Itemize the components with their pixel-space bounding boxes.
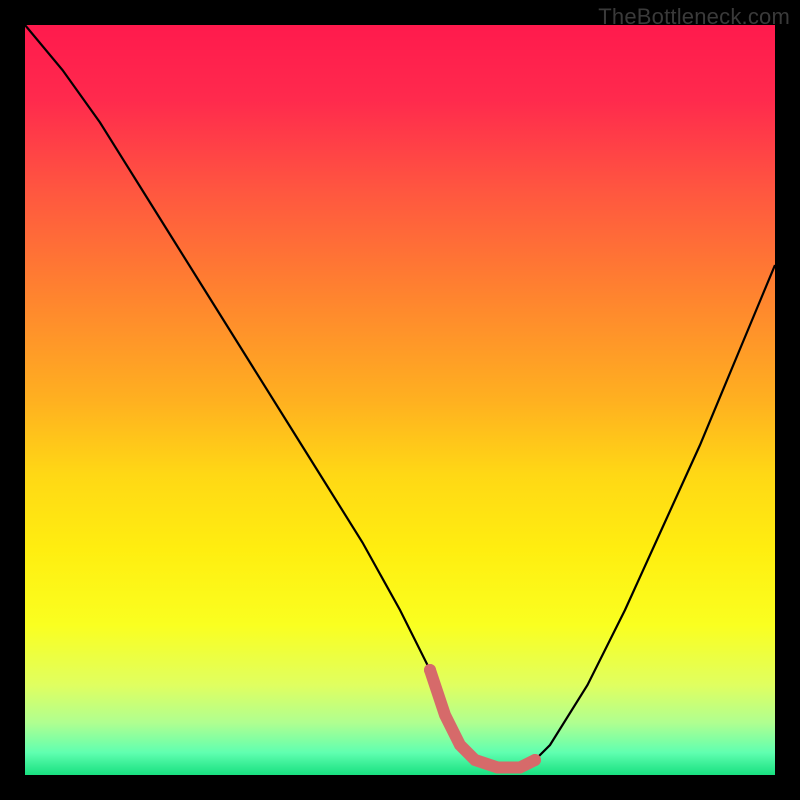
chart-frame: TheBottleneck.com: [0, 0, 800, 800]
watermark-text: TheBottleneck.com: [598, 4, 790, 30]
bottleneck-curve-line: [25, 25, 775, 768]
chart-svg: [25, 25, 775, 775]
highlight-dot-end: [529, 754, 541, 766]
highlight-segment-line: [430, 670, 535, 768]
